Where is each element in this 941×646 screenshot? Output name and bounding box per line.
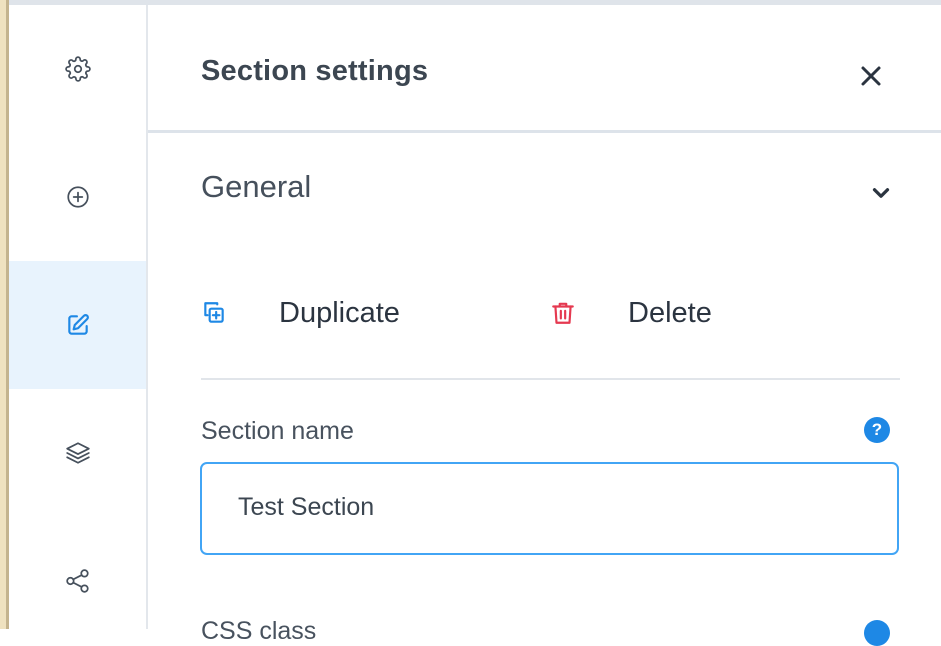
sidebar-item-edit[interactable] [9,261,146,389]
close-icon [861,66,881,86]
close-button[interactable] [856,61,886,91]
layers-icon [65,442,90,464]
section-name-input[interactable] [236,492,860,523]
sidebar-item-layers[interactable] [9,389,146,517]
gear-icon [64,56,91,82]
panel-header: Section settings [148,5,941,133]
chevron-down-icon[interactable] [868,180,894,206]
duplicate-button[interactable]: Duplicate [201,293,400,333]
plus-circle-icon [66,186,89,208]
delete-button[interactable]: Delete [550,293,712,333]
section-name-field[interactable] [200,462,899,555]
edit-icon [67,314,89,335]
trash-icon [552,302,574,324]
duplicate-icon [204,302,224,323]
sidebar-item-add[interactable] [9,133,146,261]
section-heading-general[interactable]: General [201,169,311,205]
css-class-label: CSS class [201,617,317,645]
divider [201,378,900,380]
sidebar-rail [9,5,148,629]
help-icon-2[interactable] [864,620,890,646]
duplicate-label: Duplicate [279,296,400,329]
sidebar-item-share[interactable] [9,517,146,645]
share-icon [65,569,89,593]
help-icon[interactable]: ? [864,417,890,443]
section-name-label: Section name [201,417,354,445]
delete-label: Delete [628,296,712,329]
sidebar-item-settings[interactable] [9,5,146,133]
section-settings-panel: Section settings General Duplicate Delet… [148,5,941,646]
panel-title: Section settings [201,55,429,87]
